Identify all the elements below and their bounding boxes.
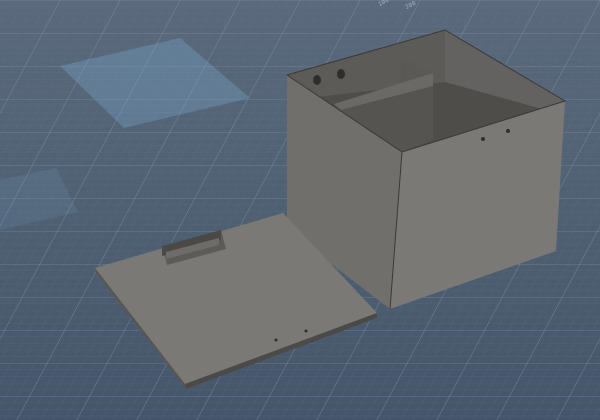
screw-hole xyxy=(481,137,485,141)
viewport-scene[interactable] xyxy=(0,0,600,420)
3d-viewport[interactable]: 100 200 xyxy=(0,0,600,420)
lid-hole xyxy=(304,329,308,333)
mount-hole xyxy=(337,69,345,79)
screw-hole xyxy=(506,129,510,133)
lid-hole xyxy=(274,338,278,342)
mount-hole xyxy=(313,75,321,85)
